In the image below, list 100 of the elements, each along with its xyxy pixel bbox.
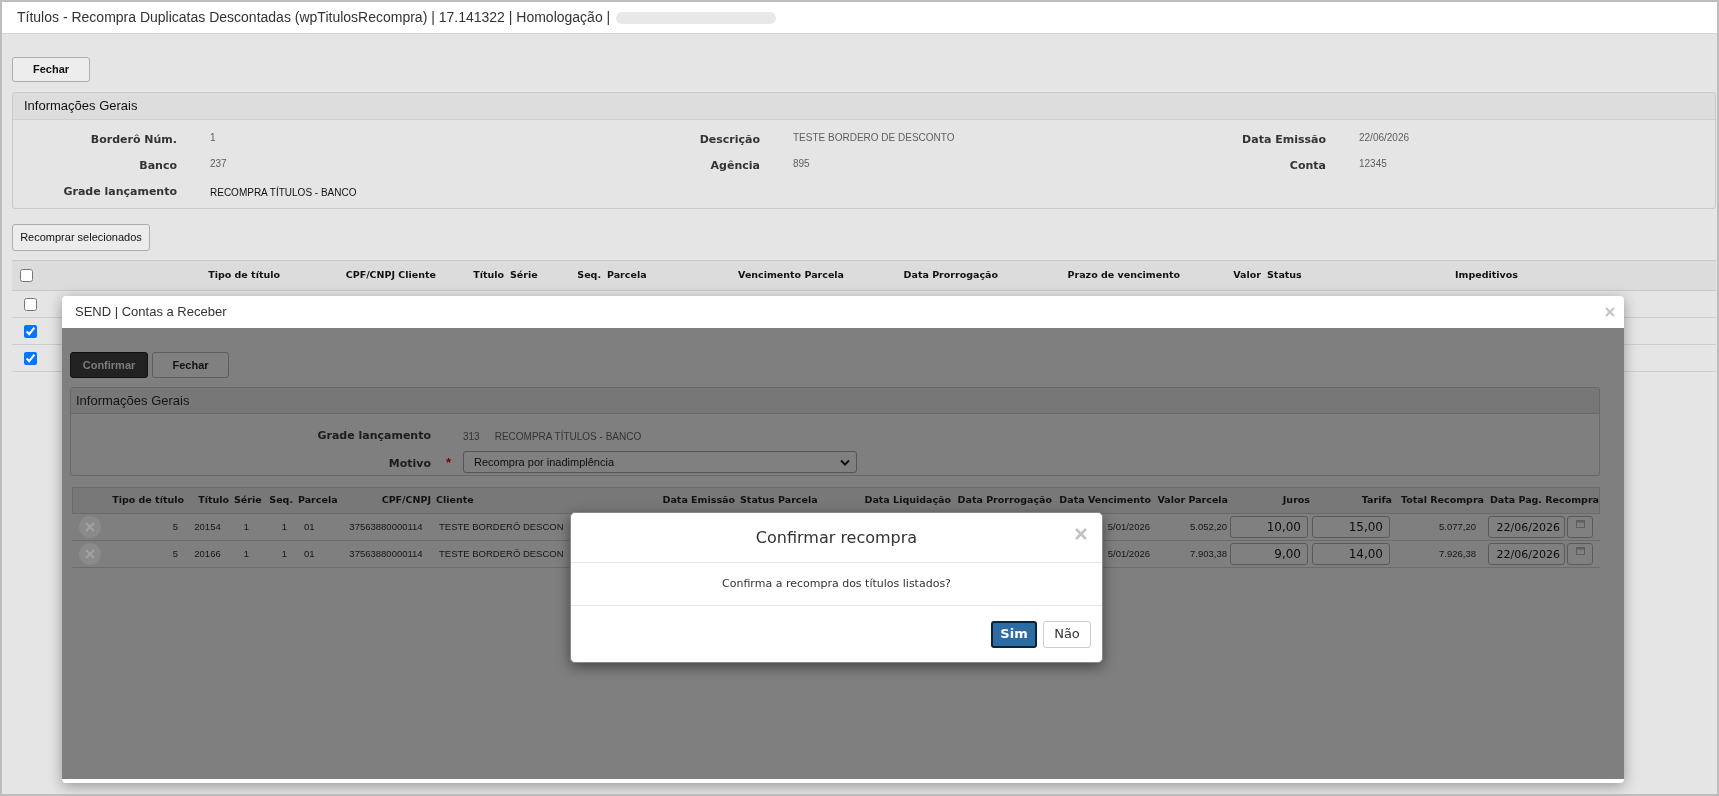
required-mark: * bbox=[446, 455, 452, 470]
column-header: Parcela bbox=[607, 268, 647, 283]
column-header: CPF/CNPJ bbox=[381, 493, 431, 508]
calendar-icon bbox=[1575, 520, 1585, 528]
column-header: Seq. bbox=[269, 493, 293, 508]
column-header: Título bbox=[473, 268, 504, 283]
field-label: Grade lançamento bbox=[316, 427, 431, 444]
column-header: Data Prorrogação bbox=[903, 268, 998, 283]
row-checkbox[interactable] bbox=[24, 351, 37, 365]
column-header: CPF/CNPJ Cliente bbox=[345, 268, 436, 283]
table-cell-text: 5/01/2026 bbox=[1107, 519, 1150, 534]
dialog-title: Confirmar recompra bbox=[755, 526, 918, 549]
calendar-button[interactable] bbox=[1567, 543, 1593, 565]
close-icon[interactable] bbox=[1605, 307, 1615, 317]
row-checkbox[interactable] bbox=[24, 297, 37, 311]
column-header: Vencimento Parcela bbox=[738, 268, 844, 283]
remove-circle-icon[interactable] bbox=[79, 543, 101, 565]
column-header: Status Parcela bbox=[740, 493, 818, 508]
field-label: Motivo bbox=[387, 455, 431, 472]
table-cell-text: 01 bbox=[304, 546, 315, 561]
column-header: Status bbox=[1267, 268, 1302, 283]
column-header: Prazo de vencimento bbox=[1067, 268, 1180, 283]
table-cell-text: 1 bbox=[243, 546, 250, 561]
table-cell-text: 5.077,20 bbox=[1439, 519, 1476, 534]
column-header: Data Vencimento bbox=[1059, 493, 1151, 508]
table-cell-text: 5/01/2026 bbox=[1107, 546, 1150, 561]
column-header: Série bbox=[234, 493, 262, 508]
field-value: RECOMPRA TÍTULOS - BANCO bbox=[494, 429, 642, 444]
table-cell-text: 7.926,38 bbox=[1439, 546, 1476, 561]
column-header: Valor bbox=[1233, 268, 1261, 283]
panel-title: Informações Gerais bbox=[76, 391, 190, 410]
field-label: Descrição bbox=[698, 131, 760, 148]
field-value: 895 bbox=[793, 157, 810, 171]
close-button[interactable]: Fechar bbox=[12, 57, 90, 82]
field-value: 22/06/2026 bbox=[1359, 131, 1410, 145]
no-button[interactable]: Não bbox=[1043, 620, 1091, 648]
field-value: 313 bbox=[463, 429, 480, 444]
chevron-down-icon bbox=[840, 458, 850, 466]
field-value: TESTE BORDERO DE DESCONTO bbox=[793, 131, 955, 145]
calendar-button[interactable] bbox=[1567, 516, 1593, 538]
number-input[interactable]: 14,00 bbox=[1312, 543, 1390, 565]
table-cell-text: 5 bbox=[172, 546, 178, 561]
column-header: Tipo de título bbox=[112, 493, 184, 508]
panel-title: Informações Gerais bbox=[24, 97, 138, 116]
table-cell-text: 20154 bbox=[194, 519, 221, 534]
column-header: Data Prorrogação bbox=[957, 493, 1052, 508]
close-icon[interactable] bbox=[1075, 528, 1087, 540]
date-input[interactable]: 22/06/2026 bbox=[1488, 543, 1565, 565]
table-cell-text: 20166 bbox=[194, 546, 221, 561]
motivo-dropdown[interactable]: Recompra por inadimplência bbox=[463, 451, 857, 473]
table-cell-text: 1 bbox=[281, 546, 287, 561]
modal-title: SEND | Contas a Receber bbox=[75, 303, 227, 322]
table-cell-text: 37563880000114 bbox=[349, 546, 423, 561]
column-header: Tipo de título bbox=[208, 268, 280, 283]
column-header: Valor Parcela bbox=[1157, 493, 1228, 508]
field-label: Grade lançamento bbox=[62, 183, 177, 200]
field-value: 237 bbox=[210, 157, 227, 171]
close-button[interactable]: Fechar bbox=[152, 352, 229, 378]
column-header: Tarifa bbox=[1361, 493, 1392, 508]
table-cell-text: 5.052,20 bbox=[1190, 519, 1227, 534]
number-input[interactable]: 9,00 bbox=[1230, 543, 1308, 565]
column-header: Data Emissão bbox=[662, 493, 735, 508]
column-header: Data Pag. Recompra bbox=[1489, 493, 1599, 508]
select-all-checkbox[interactable] bbox=[20, 269, 33, 282]
number-input[interactable]: 15,00 bbox=[1312, 516, 1390, 538]
remove-circle-icon[interactable] bbox=[79, 516, 101, 538]
field-value: RECOMPRA TÍTULOS - BANCO bbox=[210, 185, 357, 200]
repurchase-selected-button[interactable]: Recomprar selecionados bbox=[12, 224, 150, 251]
column-header: Cliente bbox=[436, 493, 474, 508]
date-input[interactable]: 22/06/2026 bbox=[1488, 516, 1565, 538]
field-label: Banco bbox=[138, 157, 177, 174]
window-title: Títulos - Recompra Duplicatas Descontadas (wpTitulosRecompra) | 17.141322 | Homologação | bbox=[17, 8, 611, 27]
field-label: Borderô Núm. bbox=[89, 131, 177, 148]
column-header: Seq. bbox=[577, 268, 601, 283]
table-cell-text: 37563880000114 bbox=[349, 519, 423, 534]
row-checkbox[interactable] bbox=[24, 324, 37, 338]
column-header: Juros bbox=[1282, 493, 1310, 508]
column-header: Série bbox=[510, 268, 538, 283]
dialog-message: Confirma a recompra dos títulos listados? bbox=[722, 575, 951, 592]
field-value: 1 bbox=[210, 131, 216, 145]
number-input[interactable]: 10,00 bbox=[1230, 516, 1308, 538]
yes-button[interactable]: Sim bbox=[991, 620, 1037, 648]
column-header: Impeditivos bbox=[1455, 268, 1518, 283]
column-header: Título bbox=[198, 493, 229, 508]
table-cell-text: 5 bbox=[172, 519, 178, 534]
field-label: Agência bbox=[709, 157, 760, 174]
table-cell-text: 1 bbox=[243, 519, 250, 534]
column-header: Data Liquidação bbox=[864, 493, 951, 508]
table-cell-text: 01 bbox=[304, 519, 315, 534]
column-header: Parcela bbox=[298, 493, 338, 508]
table-cell-text: 7.903,38 bbox=[1190, 546, 1227, 561]
table-cell-text: TESTE BORDERÕ DESCON bbox=[439, 519, 564, 534]
confirm-button[interactable]: Confirmar bbox=[70, 352, 148, 378]
field-label: Data Emissão bbox=[1241, 131, 1326, 148]
column-header: Total Recompra bbox=[1401, 493, 1484, 508]
table-cell-text: 1 bbox=[281, 519, 287, 534]
calendar-icon bbox=[1575, 547, 1585, 555]
field-value: 12345 bbox=[1359, 157, 1387, 171]
field-label: Conta bbox=[1288, 157, 1326, 174]
table-cell-text: TESTE BORDERÕ DESCON bbox=[439, 546, 564, 561]
